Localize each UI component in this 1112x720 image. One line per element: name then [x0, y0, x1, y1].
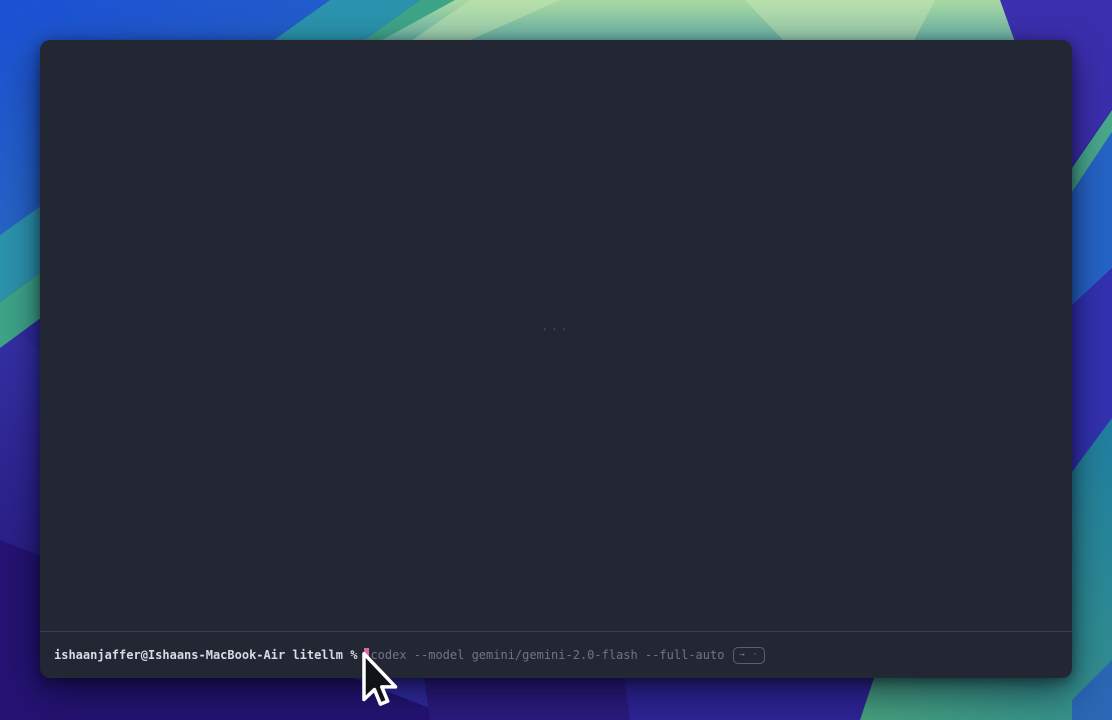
desktop: ··· ishaanjaffer@Ishaans-MacBook-Air lit…: [0, 0, 1112, 720]
text-cursor: [364, 648, 369, 663]
loading-ellipsis: ···: [542, 323, 571, 336]
prompt-bar[interactable]: ishaanjaffer@Ishaans-MacBook-Air litellm…: [40, 631, 1072, 678]
terminal-window[interactable]: ··· ishaanjaffer@Ishaans-MacBook-Air lit…: [40, 40, 1072, 678]
terminal-output-area: ···: [40, 40, 1072, 631]
command-suggestion: codex --model gemini/gemini-2.0-flash --…: [370, 648, 724, 662]
shell-prompt: ishaanjaffer@Ishaans-MacBook-Air litellm…: [54, 648, 357, 662]
tab-hint-badge: → ·: [733, 647, 764, 664]
